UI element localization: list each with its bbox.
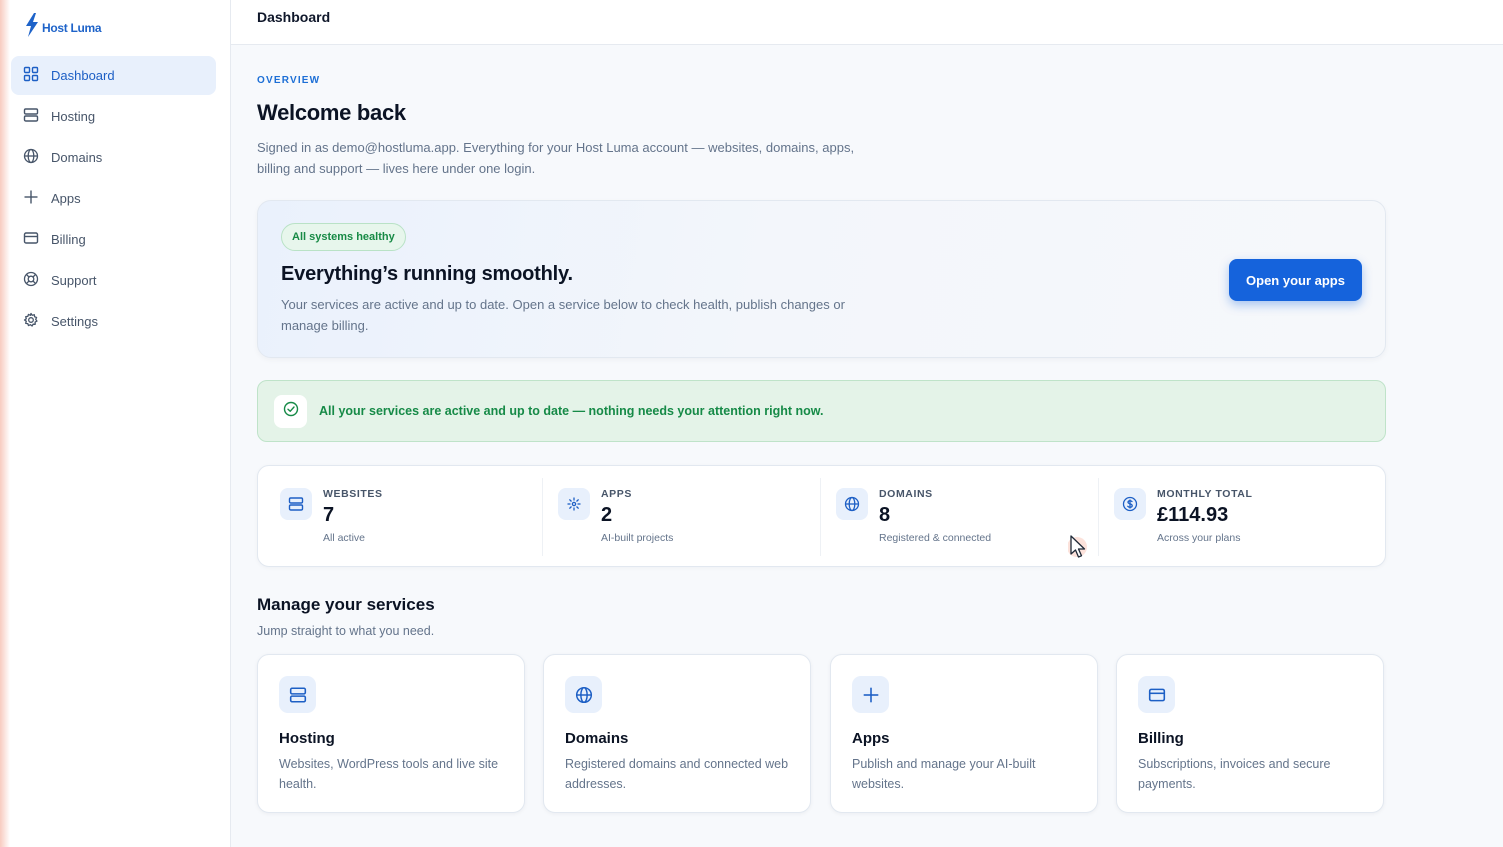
stat-domains: DOMAINS 8 Registered & connected bbox=[814, 466, 1092, 566]
gear-icon bbox=[23, 312, 39, 331]
card-title: Apps bbox=[852, 730, 890, 747]
mouse-cursor-icon bbox=[1067, 534, 1090, 562]
lightning-bolt-icon bbox=[24, 13, 40, 42]
lifebuoy-icon bbox=[23, 271, 39, 290]
globe-icon bbox=[23, 148, 39, 167]
sidebar-item-support[interactable]: Support bbox=[11, 261, 216, 300]
hero-text: Your services are active and up to date.… bbox=[281, 297, 845, 333]
status-hero-card: All systems healthy Everything’s running… bbox=[257, 200, 1386, 358]
dollar-icon bbox=[1114, 488, 1146, 520]
manage-services-heading: Manage your services bbox=[257, 595, 435, 614]
sidebar-item-label: Apps bbox=[51, 191, 81, 206]
card-title: Billing bbox=[1138, 730, 1184, 747]
card-title: Domains bbox=[565, 730, 629, 747]
stat-sub: AI-built projects bbox=[601, 532, 674, 544]
sidebar-item-label: Support bbox=[51, 273, 97, 288]
hero-title: Everything’s running smoothly. bbox=[281, 263, 573, 285]
alert-text: All your services are active and up to d… bbox=[319, 404, 824, 418]
brand-logo[interactable]: Host Luma bbox=[24, 13, 102, 42]
sidebar-item-dashboard[interactable]: Dashboard bbox=[11, 56, 216, 95]
sidebar-item-label: Domains bbox=[51, 150, 103, 165]
stat-value: 7 bbox=[323, 504, 335, 526]
stat-value: 2 bbox=[601, 504, 613, 526]
sidebar-item-label: Billing bbox=[51, 232, 86, 247]
stat-value: 8 bbox=[879, 504, 891, 526]
stat-value: £114.93 bbox=[1157, 504, 1229, 526]
card-title: Hosting bbox=[279, 730, 335, 747]
globe-icon bbox=[565, 676, 602, 713]
sidebar-item-settings[interactable]: Settings bbox=[11, 302, 216, 341]
stat-label: APPS bbox=[601, 488, 632, 500]
stat-monthly-total: MONTHLY TOTAL £114.93 Across your plans bbox=[1092, 466, 1370, 566]
sidebar-item-label: Settings bbox=[51, 314, 98, 329]
sidebar-item-billing[interactable]: Billing bbox=[11, 220, 216, 259]
check-circle-icon bbox=[283, 401, 299, 422]
stat-apps: APPS 2 AI-built projects bbox=[536, 466, 814, 566]
sidebar-item-domains[interactable]: Domains bbox=[11, 138, 216, 177]
stats-panel: WEBSITES 7 All active APPS 2 AI-built pr… bbox=[257, 465, 1386, 567]
server-icon bbox=[280, 488, 312, 520]
status-alert: All your services are active and up to d… bbox=[257, 380, 1386, 442]
service-card-domains[interactable]: Domains Registered domains and connected… bbox=[543, 654, 811, 813]
credit-card-icon bbox=[1138, 676, 1175, 713]
sparkle-icon bbox=[852, 676, 889, 713]
stat-sub: All active bbox=[323, 532, 366, 544]
sidebar-item-label: Hosting bbox=[51, 109, 96, 124]
credit-card-icon bbox=[23, 230, 39, 249]
sidebar-item-label: Dashboard bbox=[51, 68, 115, 83]
sidebar: Host Luma Dashboard Hosting Domains Apps bbox=[0, 0, 231, 847]
service-card-hosting[interactable]: Hosting Websites, WordPress tools and li… bbox=[257, 654, 525, 813]
card-text: Publish and manage your AI-built website… bbox=[852, 757, 1036, 791]
page-title: Dashboard bbox=[257, 9, 331, 25]
service-card-apps[interactable]: Apps Publish and manage your AI-built we… bbox=[830, 654, 1098, 813]
stat-websites: WEBSITES 7 All active bbox=[258, 466, 536, 566]
manage-services-subtitle: Jump straight to what you need. bbox=[257, 624, 435, 638]
status-badge: All systems healthy bbox=[281, 223, 406, 251]
card-text: Subscriptions, invoices and secure payme… bbox=[1138, 757, 1331, 791]
overview-eyebrow: OVERVIEW bbox=[257, 75, 321, 86]
sidebar-item-apps[interactable]: Apps bbox=[11, 179, 216, 218]
server-icon bbox=[23, 107, 39, 126]
card-text: Registered domains and connected web add… bbox=[565, 757, 789, 791]
stat-label: DOMAINS bbox=[879, 488, 933, 500]
stat-label: WEBSITES bbox=[323, 488, 383, 500]
grid-icon bbox=[23, 66, 39, 85]
brand-name: Host Luma bbox=[42, 20, 102, 35]
card-text: Websites, WordPress tools and live site … bbox=[279, 757, 499, 791]
globe-icon bbox=[836, 488, 868, 520]
open-apps-button[interactable]: Open your apps bbox=[1229, 259, 1362, 301]
sidebar-nav: Dashboard Hosting Domains Apps Billing S… bbox=[11, 56, 216, 343]
server-icon bbox=[279, 676, 316, 713]
stat-label: MONTHLY TOTAL bbox=[1157, 488, 1253, 500]
stat-sub: Registered & connected bbox=[879, 532, 992, 544]
sparkle-icon bbox=[23, 189, 39, 208]
intro-text: Signed in as demo@hostluma.app. Everythi… bbox=[257, 140, 855, 176]
top-bar: Dashboard bbox=[231, 0, 1503, 45]
service-card-billing[interactable]: Billing Subscriptions, invoices and secu… bbox=[1116, 654, 1384, 813]
sparkle-icon bbox=[558, 488, 590, 520]
sidebar-item-hosting[interactable]: Hosting bbox=[11, 97, 216, 136]
stat-sub: Across your plans bbox=[1157, 532, 1241, 544]
alert-icon-box bbox=[274, 395, 307, 428]
welcome-heading: Welcome back bbox=[257, 100, 406, 125]
